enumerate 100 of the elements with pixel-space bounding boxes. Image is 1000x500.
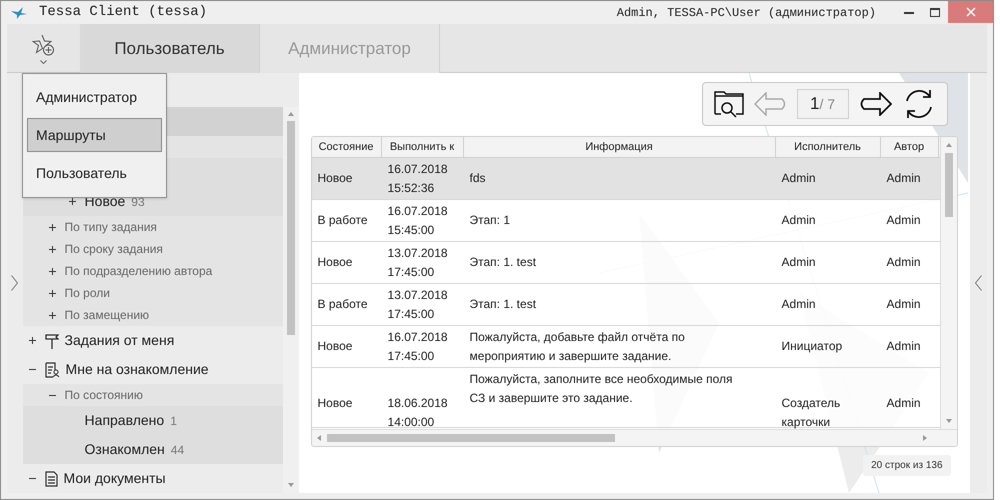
tree-item-label[interactable]: Задания от меня [64,330,174,351]
column-header[interactable]: Выполнить к [382,137,464,157]
table-cell-text: Admin [886,170,922,187]
table-cell-text: Этап: 1. test [468,254,538,271]
star-plus-icon [32,32,56,56]
table-cell-text: Admin [886,212,922,229]
table-row[interactable]: Новое 16.07.2018 15:52:36 fds Admin Admin [312,158,940,200]
table-cell-text: 18.06.2018 14:00:00 [386,395,449,427]
plus-icon[interactable] [68,198,76,205]
minus-icon[interactable] [28,475,36,482]
table-cell-text: fds [468,170,487,187]
tree-item-label[interactable]: Мне на ознакомление [66,359,209,380]
scrollbar-thumb[interactable] [326,434,615,442]
minimize-icon [904,12,914,14]
document-icon [44,470,58,486]
close-icon [966,7,976,17]
plus-icon[interactable] [28,337,36,344]
table-cell-text: 16.07.2018 17:45:00 [386,328,449,364]
item-count: 44 [170,442,184,458]
table-cell-text: Новое [316,395,354,412]
app-logo-icon [11,6,27,18]
vertical-scrollbar[interactable] [282,107,299,493]
plus-icon[interactable] [48,312,56,318]
table-cell-text: 16.07.2018 15:45:00 [386,202,449,238]
table-row[interactable]: Новое 18.06.2018 14:00:00 Пожалуйста, заполните все необходимые поля СЗ и завершите это задание. Создатель карточки Admin [312,368,940,428]
table-cell-text: 16.07.2018 15:52:36 [386,160,449,196]
horizontal-scrollbar[interactable] [312,429,957,446]
menu-item[interactable]: Администратор [27,80,162,114]
table-cell-text: Admin [886,254,922,271]
column-header[interactable]: Автор [880,137,939,157]
arrow-right-icon [858,92,892,116]
scroll-right-icon [922,435,927,441]
column-header[interactable]: Исполнитель [776,137,881,157]
table-cell-text: Admin [780,170,817,187]
table-cell-text: Создатель карточки [780,395,842,427]
table-cell-text: Пожалуйста, добавьте файл отчёта по мероприятию и завершите задание. [468,328,686,364]
table-cell-text: Новое [316,254,354,271]
table-cell-text: 13.07.2018 17:45:00 [386,286,449,322]
tree-item-label[interactable]: По роли [64,284,110,302]
workplace-tab[interactable]: Пользователь [80,24,260,73]
page-field[interactable]: 1/ 7 [796,89,849,119]
tree-row[interactable]: Мне на ознакомление [22,355,283,384]
plus-icon[interactable] [48,246,56,252]
menu-item[interactable]: Маршруты [27,118,162,152]
table-cell-text: Admin [886,395,922,412]
tree-item-label[interactable]: По подразделению автора [64,262,212,280]
tree-item-label[interactable]: Направлено [84,410,164,431]
chevron-left-icon [974,275,982,291]
column-header[interactable]: Состояние [312,137,382,157]
scroll-down-icon [288,483,294,487]
table-cell-text: Admin [780,254,817,271]
scrollbar-thumb[interactable] [944,153,953,217]
table-row[interactable]: Новое 13.07.2018 17:45:00 Этап: 1. test Admin Admin [312,242,940,284]
maximize-icon [930,8,940,17]
table-cell-text: Admin [886,296,922,313]
tree-item-label[interactable]: По сроку задания [64,240,163,258]
tree-item-label[interactable]: По состоянию [64,386,143,404]
column-header[interactable]: Информация [464,137,776,157]
tree-item-label[interactable]: По замещению [64,306,150,324]
item-count: 1 [170,412,177,430]
table-row[interactable]: Новое 16.07.2018 17:45:00 Пожалуйста, добавьте файл отчёта по мероприятию и завершите задание. Инициатор Admin [312,326,940,368]
table-cell-text: Admin [780,296,817,313]
row-count-label: 20 строк из 136 [863,455,951,476]
folder-search-icon [714,89,744,119]
table-cell-text: Admin [886,338,922,355]
table-cell-text: 13.07.2018 17:45:00 [386,244,449,280]
table-vertical-scrollbar[interactable] [940,137,957,429]
arrow-left-icon [754,92,788,116]
window-title: Tessa Client (tessa) [39,3,208,22]
tree-item-label[interactable]: Ознакомлен [84,439,165,460]
scroll-down-icon [946,419,952,423]
table-cell-text: Пожалуйста, заполните все необходимые поля СЗ и завершите это задание. [468,371,734,407]
plus-icon[interactable] [48,268,56,274]
scroll-left-icon [316,435,321,441]
table-cell-text: В работе [316,296,369,313]
table-row[interactable]: В работе 13.07.2018 17:45:00 Этап: 1. test Admin Admin [312,284,940,326]
scrollbar-thumb[interactable] [286,121,295,335]
table-cell-text: Этап: 1. test [468,296,538,313]
user-name: Admin, TESSA-PC\User (администратор) [616,4,876,22]
table-row[interactable]: В работе 16.07.2018 15:45:00 Этап: 1 Admin Admin [312,200,940,242]
chevron-down-icon [40,60,47,64]
plus-icon[interactable] [48,290,56,296]
tree-item-label[interactable]: Мои документы [64,468,166,489]
plus-icon[interactable] [48,224,56,230]
item-count: 93 [131,194,145,210]
tree-row[interactable]: Задания от меня [22,326,283,355]
signpost-icon [44,332,59,348]
scroll-up-icon [288,112,294,116]
table-cell-text: Новое [316,338,354,355]
table-cell-text: Инициатор [780,338,844,355]
menu-item[interactable]: Пользователь [27,156,162,191]
minus-icon[interactable] [28,366,36,373]
chevron-right-icon [11,275,18,291]
tree-row[interactable]: Мои документы [22,464,283,493]
tree-item-label[interactable]: По типу задания [64,218,157,236]
document-person-icon [44,362,60,378]
table-cell-text: В работе [316,212,369,229]
table-cell-text: Этап: 1 [468,212,512,229]
scroll-up-icon [946,143,952,147]
table-cell-text: Admin [780,212,817,229]
